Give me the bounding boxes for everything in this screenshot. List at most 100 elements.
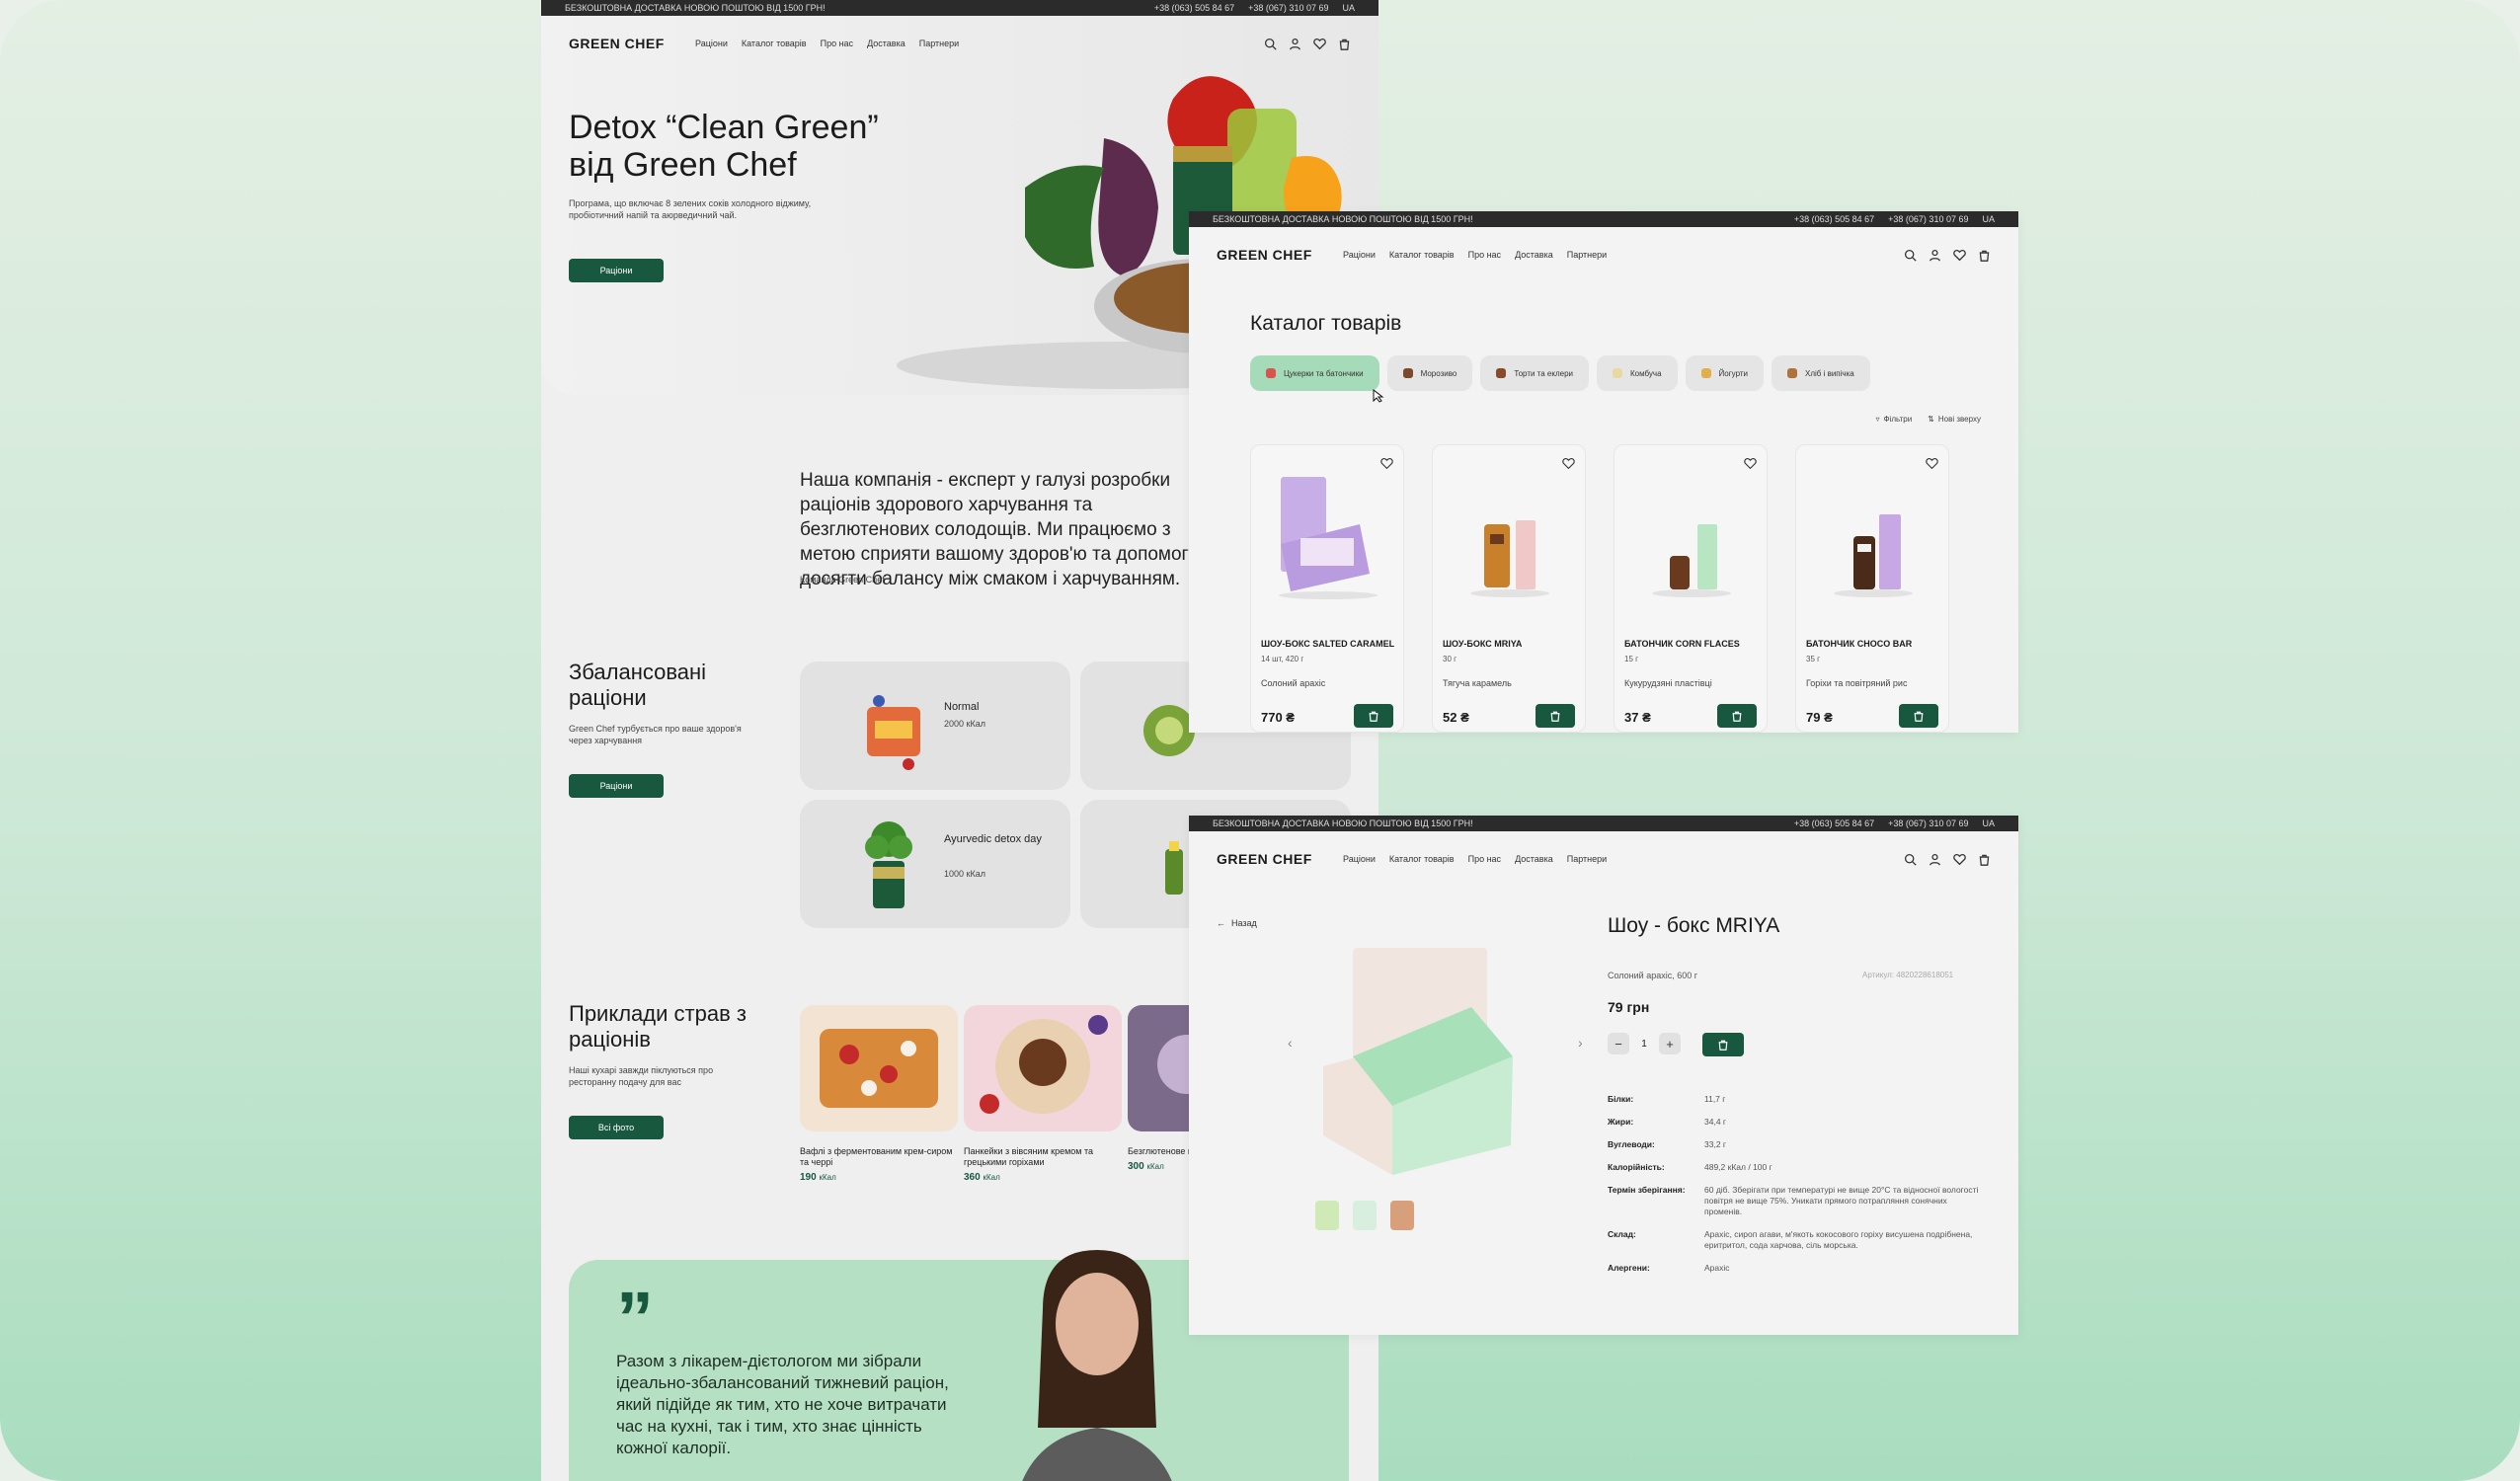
- main-nav: GREEN CHEF Раціони Каталог товарів Про н…: [1189, 837, 2018, 881]
- nav-link-partners[interactable]: Партнери: [919, 39, 959, 48]
- chip-ice-cream[interactable]: Морозиво: [1386, 355, 1473, 391]
- product-card[interactable]: БАТОНЧИК CORN FLACES 15 г Кукурудзяні пл…: [1614, 444, 1768, 733]
- hero-diets-button[interactable]: Раціони: [569, 259, 664, 282]
- plus-button[interactable]: +: [1659, 1033, 1681, 1054]
- product-card[interactable]: ШОУ-БОКС SALTED CARAMEL 14 шт, 420 г Сол…: [1250, 444, 1404, 733]
- add-to-cart-button[interactable]: [1354, 704, 1393, 728]
- quote-icon: ”: [616, 1277, 654, 1361]
- phone-2[interactable]: +38 (067) 310 07 69: [1888, 214, 1968, 224]
- all-photos-button[interactable]: Всі фото: [569, 1116, 664, 1139]
- sort-button[interactable]: ⇅ Нові зверху: [1928, 415, 1981, 424]
- nav-link-diets[interactable]: Раціони: [1343, 854, 1376, 864]
- product-image-salted-caramel: [1279, 477, 1378, 599]
- language-select[interactable]: UA: [1982, 214, 1995, 224]
- diet-card-normal[interactable]: Normal 2000 кКал: [800, 662, 1070, 790]
- phone-2[interactable]: +38 (067) 310 07 69: [1248, 3, 1328, 13]
- gallery-next-icon[interactable]: ›: [1578, 1035, 1583, 1051]
- heart-icon[interactable]: [1953, 249, 1966, 262]
- about-text: Наша компанія - експерт у галузі розробк…: [800, 470, 1208, 589]
- add-to-cart-button[interactable]: [1536, 704, 1575, 728]
- product-weight: 14 шт, 420 г: [1261, 655, 1304, 663]
- phone-1[interactable]: +38 (063) 505 84 67: [1794, 214, 1874, 224]
- product-weight: 30 г: [1443, 655, 1457, 663]
- diets-button[interactable]: Раціони: [569, 774, 664, 798]
- cart-icon: [1732, 711, 1742, 722]
- nav-link-delivery[interactable]: Доставка: [1515, 854, 1553, 864]
- nav-link-diets[interactable]: Раціони: [1343, 250, 1376, 260]
- product-description: Солоний арахіс: [1261, 678, 1326, 688]
- product-article: Артикул: 4820228618051: [1862, 971, 1954, 979]
- nav-link-delivery[interactable]: Доставка: [867, 39, 906, 48]
- nav-link-diets[interactable]: Раціони: [695, 39, 728, 48]
- phone-2[interactable]: +38 (067) 310 07 69: [1888, 818, 1968, 828]
- nav-link-catalog[interactable]: Каталог товарів: [742, 39, 807, 48]
- product-price: 79 грн: [1608, 999, 1650, 1015]
- product-image-corn-flaces: [1652, 524, 1731, 597]
- top-bar: БЕЗКОШТОВНА ДОСТАВКА НОВОЮ ПОШТОЮ ВІД 15…: [1189, 816, 2018, 831]
- spec-row: Білки: 11,7 г: [1608, 1094, 1726, 1104]
- spec-row: Вуглеводи: 33,2 г: [1608, 1139, 1727, 1149]
- dishes-title: Приклади страв з раціонів: [569, 1001, 747, 1052]
- heart-icon[interactable]: [1313, 38, 1326, 50]
- dish-kcal: 190 кКал: [800, 1172, 836, 1183]
- nav-link-about[interactable]: Про нас: [1468, 854, 1501, 864]
- dishes-subtitle: Наші кухарі завжди піклуються про рестор…: [569, 1065, 714, 1087]
- quantity-value[interactable]: 1: [1637, 1039, 1651, 1050]
- product-price: 79 ₴: [1806, 710, 1833, 725]
- product-card[interactable]: БАТОНЧИК CHOCO BAR 35 г Горіхи та повітр…: [1795, 444, 1949, 733]
- logo[interactable]: GREEN CHEF: [1217, 247, 1343, 263]
- product-price: 770 ₴: [1261, 710, 1295, 725]
- thumbnail[interactable]: [1315, 1201, 1339, 1230]
- search-icon[interactable]: [1904, 249, 1917, 262]
- chip-sweets[interactable]: Цукерки та батончики: [1250, 355, 1379, 391]
- nav-link-catalog[interactable]: Каталог товарів: [1389, 854, 1455, 864]
- user-icon[interactable]: [1929, 249, 1941, 262]
- logo[interactable]: GREEN CHEF: [1217, 851, 1343, 867]
- diet-card-ayurvedic[interactable]: Ayurvedic detox day 1000 кКал: [800, 800, 1070, 928]
- nav-link-catalog[interactable]: Каталог товарів: [1389, 250, 1455, 260]
- cart-icon[interactable]: [1978, 853, 1991, 866]
- add-to-cart-button[interactable]: [1702, 1033, 1744, 1056]
- hero-subtitle: Програма, що включає 8 зелених соків хол…: [569, 198, 812, 220]
- language-select[interactable]: UA: [1342, 3, 1355, 13]
- product-weight: 35 г: [1806, 655, 1821, 663]
- chip-bread[interactable]: Хліб і випічка: [1771, 355, 1870, 391]
- chip-kombucha[interactable]: Комбуча: [1597, 355, 1678, 391]
- logo[interactable]: GREEN CHEF: [569, 36, 695, 51]
- cart-icon[interactable]: [1338, 38, 1351, 50]
- top-bar: БЕЗКОШТОВНА ДОСТАВКА НОВОЮ ПОШТОЮ ВІД 15…: [541, 0, 1378, 16]
- product-description: Тягуча карамель: [1443, 678, 1512, 688]
- nav-link-about[interactable]: Про нас: [1468, 250, 1501, 260]
- nav-link-partners[interactable]: Партнери: [1567, 250, 1607, 260]
- heart-icon[interactable]: [1953, 853, 1966, 866]
- user-icon[interactable]: [1289, 38, 1301, 50]
- product-card[interactable]: ШОУ-БОКС MRIYA 30 г Тягуча карамель 52 ₴: [1432, 444, 1586, 733]
- user-icon[interactable]: [1929, 853, 1941, 866]
- top-bar: БЕЗКОШТОВНА ДОСТАВКА НОВОЮ ПОШТОЮ ВІД 15…: [1189, 211, 2018, 227]
- language-select[interactable]: UA: [1982, 818, 1995, 828]
- filters-button[interactable]: ▿ Фільтри: [1876, 415, 1913, 424]
- add-to-cart-button[interactable]: [1899, 704, 1938, 728]
- spec-row: Калорійність: 489,2 кКал / 100 г: [1608, 1162, 1772, 1172]
- search-icon[interactable]: [1264, 38, 1277, 50]
- chip-yogurts[interactable]: Йогурти: [1685, 355, 1764, 391]
- add-to-cart-button[interactable]: [1717, 704, 1757, 728]
- dish-card[interactable]: Панкейки з вівсяним кремом та грецькими …: [964, 1005, 1124, 1183]
- thumbnail[interactable]: [1390, 1201, 1414, 1230]
- thumbnail[interactable]: [1353, 1201, 1377, 1230]
- search-icon[interactable]: [1904, 853, 1917, 866]
- back-link[interactable]: ← Назад: [1217, 918, 1257, 928]
- phone-1[interactable]: +38 (063) 505 84 67: [1154, 3, 1234, 13]
- minus-button[interactable]: −: [1608, 1033, 1629, 1054]
- product-main-image: [1323, 948, 1513, 1175]
- shipping-notice: БЕЗКОШТОВНА ДОСТАВКА НОВОЮ ПОШТОЮ ВІД 15…: [565, 3, 826, 13]
- filter-icon: ▿: [1875, 415, 1880, 424]
- nav-link-about[interactable]: Про нас: [821, 39, 853, 48]
- cart-icon[interactable]: [1978, 249, 1991, 262]
- nav-link-partners[interactable]: Партнери: [1567, 854, 1607, 864]
- cart-icon: [1914, 711, 1924, 722]
- nav-link-delivery[interactable]: Доставка: [1515, 250, 1553, 260]
- chip-cakes[interactable]: Торти та еклери: [1480, 355, 1589, 391]
- phone-1[interactable]: +38 (063) 505 84 67: [1794, 818, 1874, 828]
- dish-card[interactable]: Вафлі з ферментованим крем-сиром та черр…: [800, 1005, 960, 1183]
